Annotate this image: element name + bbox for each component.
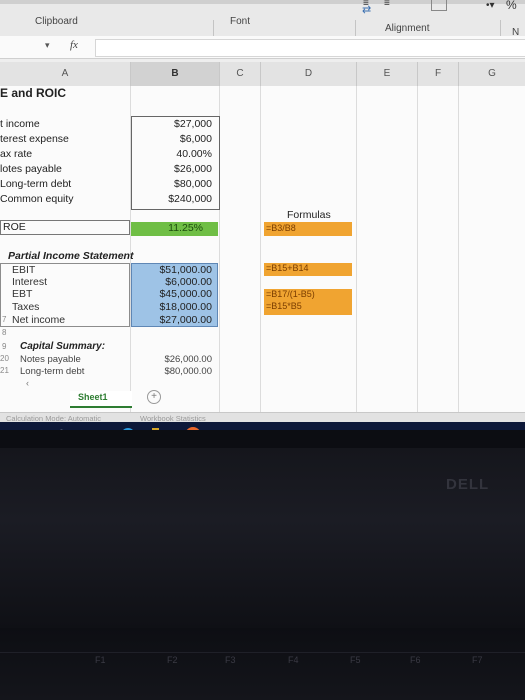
input-value[interactable]: $240,000 (152, 193, 212, 205)
capital-summary-title[interactable]: Capital Summary: (20, 341, 105, 352)
input-value[interactable]: $26,000 (152, 163, 212, 175)
taxes-formula-b: =B15*B5 (266, 301, 302, 311)
income-value[interactable]: $51,000.00 (152, 264, 212, 276)
sheet-tab-label: Sheet1 (78, 392, 108, 402)
column-header-f[interactable]: F (418, 62, 459, 86)
input-label[interactable]: ax rate (0, 148, 32, 160)
keyboard-area (0, 628, 525, 700)
clipboard-group-label: Clipboard (35, 16, 78, 27)
input-label[interactable]: terest expense (0, 133, 69, 145)
partial-income-title[interactable]: Partial Income Statement (8, 250, 133, 262)
row-number[interactable]: 7 (2, 315, 6, 324)
sheet-title[interactable]: E and ROIC (0, 86, 66, 100)
gridline (417, 86, 418, 412)
function-key: F1 (95, 655, 106, 665)
ribbon: Clipboard Font Alignment N ⇄ ≡ ≡ •▾ % (0, 0, 525, 38)
firefox-icon[interactable] (184, 426, 202, 430)
capital-label[interactable]: Notes payable (20, 354, 81, 365)
capital-value[interactable]: $26,000.00 (152, 354, 212, 365)
input-value[interactable]: $80,000 (152, 178, 212, 190)
column-header-e[interactable]: E (357, 62, 418, 86)
input-value[interactable]: $6,000 (152, 133, 212, 145)
gridline (356, 86, 357, 412)
function-key: F6 (410, 655, 421, 665)
roe-formula-cell[interactable]: =B3/B8 (264, 222, 352, 236)
input-label[interactable]: t income (0, 118, 40, 130)
income-label[interactable]: Taxes (12, 301, 39, 313)
laptop-bezel (0, 448, 525, 628)
input-value[interactable]: 40.00% (152, 148, 212, 160)
ebit-formula-cell[interactable]: =B15+B14 (264, 263, 352, 276)
input-label[interactable]: Common equity (0, 193, 74, 205)
sheet-tab-sheet1[interactable]: Sheet1 (70, 391, 132, 408)
tab-scroll-left-icon[interactable]: ‹ (26, 378, 29, 388)
column-header-b[interactable]: B (131, 62, 220, 86)
laptop-photo: Clipboard Font Alignment N ⇄ ≡ ≡ •▾ % ▾ … (0, 0, 525, 700)
income-label[interactable]: Net income (12, 314, 65, 326)
row-number[interactable]: 21 (0, 366, 9, 375)
row-number[interactable]: 9 (2, 342, 6, 351)
group-divider (213, 20, 214, 36)
increase-indent-icon[interactable]: ≡ (384, 0, 390, 9)
format-dropdown-icon[interactable]: •▾ (486, 0, 495, 11)
income-value[interactable]: $45,000.00 (152, 288, 212, 300)
ebit-formula: =B15+B14 (266, 263, 309, 273)
function-key: F7 (472, 655, 483, 665)
capital-label[interactable]: Long-term debt (20, 366, 84, 377)
windows-taskbar (0, 422, 525, 430)
income-value[interactable]: $27,000.00 (152, 314, 212, 326)
group-divider (500, 20, 501, 36)
search-icon[interactable] (54, 429, 67, 430)
keyboard-seam (0, 652, 525, 653)
alignment-group-label: Alignment (385, 23, 430, 34)
excel-window: Clipboard Font Alignment N ⇄ ≡ ≡ •▾ % ▾ … (0, 0, 525, 430)
input-value[interactable]: $27,000 (152, 118, 212, 130)
income-label[interactable]: EBIT (12, 264, 35, 276)
row-number[interactable]: 20 (0, 354, 9, 363)
roe-label-cell[interactable]: ROE (0, 220, 130, 235)
fx-label[interactable]: fx (70, 39, 78, 51)
function-key: F5 (350, 655, 361, 665)
formula-input[interactable] (95, 39, 525, 57)
roe-label: ROE (3, 221, 26, 233)
input-label[interactable]: Long-term debt (0, 178, 71, 190)
gridline (458, 86, 459, 412)
roe-value: 11.25% (168, 222, 203, 234)
income-label[interactable]: Interest (12, 276, 47, 288)
group-divider (355, 20, 356, 36)
capital-value[interactable]: $80,000.00 (152, 366, 212, 377)
percent-style-icon[interactable]: % (506, 0, 517, 12)
font-group-label: Font (230, 16, 251, 27)
decrease-indent-icon[interactable]: ≡ (363, 0, 369, 9)
column-header-a[interactable]: A (0, 62, 131, 86)
roe-formula: =B3/B8 (266, 223, 296, 233)
column-header-c[interactable]: C (220, 62, 261, 86)
column-header-d[interactable]: D (261, 62, 357, 86)
dell-logo: DELL (446, 476, 490, 493)
taxes-formula-cell[interactable]: =B17/(1-B5) =B15*B5 (264, 289, 352, 315)
edge-browser-icon[interactable] (120, 427, 136, 430)
formula-bar: ▾ fx (0, 36, 525, 59)
input-label[interactable]: lotes payable (0, 163, 62, 175)
column-header-g[interactable]: G (459, 62, 525, 86)
name-box-dropdown-icon[interactable]: ▾ (45, 40, 50, 51)
formulas-header[interactable]: Formulas (287, 209, 331, 221)
row-number[interactable]: 8 (2, 328, 6, 337)
income-label[interactable]: EBT (12, 288, 32, 300)
add-sheet-icon[interactable]: + (147, 390, 161, 404)
function-key: F4 (288, 655, 299, 665)
income-value[interactable]: $6,000.00 (152, 276, 212, 288)
file-explorer-icon[interactable] (152, 428, 170, 430)
merge-center-icon[interactable] (431, 0, 447, 11)
taxes-formula-a: =B17/(1-B5) (266, 289, 315, 299)
roe-value-cell[interactable]: 11.25% (131, 222, 218, 236)
income-value[interactable]: $18,000.00 (152, 301, 212, 313)
function-key: F3 (225, 655, 236, 665)
function-key: F2 (167, 655, 178, 665)
gridline (260, 86, 261, 412)
